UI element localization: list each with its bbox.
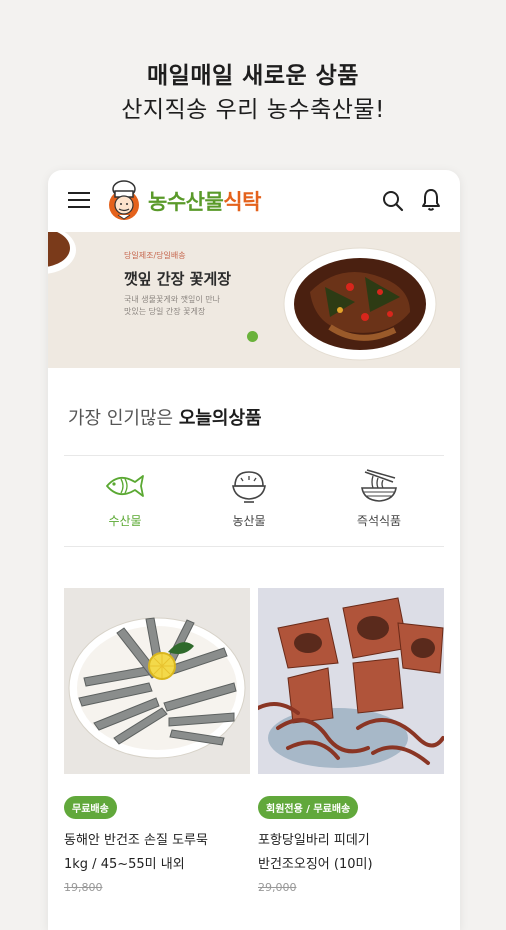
product-original-price: 19,800 [64,881,103,894]
search-icon[interactable] [382,190,404,212]
banner-tag: 당일제조/당일배송 [124,251,186,260]
logo[interactable]: 농수산물식탁 [104,179,261,223]
product-name-line1: 포항당일바리 피데기 [258,833,370,848]
divider [64,546,444,547]
section-title: 가장 인기많은 오늘의상품 [68,404,262,430]
noodle-bowl-icon [361,469,397,502]
promo-banner[interactable]: 당일제조/당일배송 깻잎 간장 꽃게장 국내 생물꽃게와 깻잎이 만나 맛있는 … [48,232,460,368]
product-name-line1: 동해안 반건조 손질 도루묵 [64,833,208,848]
logo-text-main: 농수산물 [148,190,224,214]
banner-side-dish-image [48,232,76,274]
rice-bowl-icon [232,471,266,503]
category-instant-food[interactable]: 즉석식품 [324,468,434,529]
fish-icon [106,475,144,497]
category-label: 농산물 [232,514,266,528]
carousel-dot-active[interactable] [247,331,258,342]
product-original-price: 29,000 [258,881,297,894]
banner-description-line1: 국내 생물꽃게와 깻잎이 만나 [124,295,220,304]
section-title-prefix: 가장 인기많은 [68,408,179,429]
top-bar: 농수산물식탁 [48,170,460,232]
divider [64,455,444,456]
crab-dish-image [283,247,437,361]
member-free-shipping-badge: 회원전용 / 무료배송 [258,796,359,819]
dried-fish-image [64,588,250,774]
category-agriculture[interactable]: 농산물 [194,468,304,529]
product-card[interactable]: 무료배송 동해안 반건조 손질 도루묵 1kg / 45~55미 내외 19,8… [64,588,250,894]
category-label: 즉석식품 [356,514,402,528]
bell-icon[interactable] [420,188,442,212]
banner-description-line2: 맛있는 당일 간장 꽃게장 [124,307,206,316]
product-name-line2: 1kg / 45~55미 내외 [64,857,185,872]
app-screen: 농수산물식탁 당일제조/당일배송 깻잎 간장 꽃게장 국내 생물꽃게와 깻잎이 … [48,170,460,930]
promo-title: 매일매일 새로운 상품 [147,63,359,89]
menu-icon[interactable] [68,192,90,208]
logo-text-accent: 식탁 [223,190,261,214]
promo-subtitle: 산지직송 우리 농수축산물! [121,97,385,123]
logo-text: 농수산물식탁 [148,186,261,216]
product-name-line2: 반건조오징어 (10미) [258,857,373,872]
section-title-bold: 오늘의상품 [178,408,262,429]
category-label: 수산물 [108,514,142,528]
dried-squid-image [258,588,444,774]
product-card[interactable]: 회원전용 / 무료배송 포항당일바리 피데기 반건조오징어 (10미) 29,0… [258,588,444,894]
free-shipping-badge: 무료배송 [64,796,117,819]
product-name: 동해안 반건조 손질 도루묵 1kg / 45~55미 내외 [64,829,250,877]
chef-logo-icon [109,180,139,220]
banner-title: 깻잎 간장 꽃게장 [124,270,232,288]
product-name: 포항당일바리 피데기 반건조오징어 (10미) [258,829,444,877]
category-seafood[interactable]: 수산물 [70,468,180,529]
